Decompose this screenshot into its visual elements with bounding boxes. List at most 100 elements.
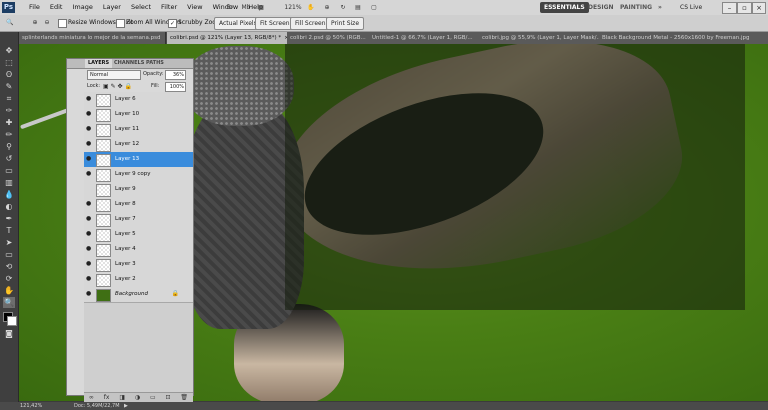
zoom-out-icon[interactable]: ⊖ bbox=[42, 17, 52, 28]
tab-paths[interactable]: PATHS bbox=[143, 59, 167, 68]
print-size-button[interactable]: Print Size bbox=[326, 17, 365, 30]
history-brush-tool-icon[interactable]: ↺ bbox=[3, 153, 15, 164]
tab-splinterlands[interactable]: splinterlands miniatura lo mejor de la s… bbox=[19, 32, 166, 44]
menu-select[interactable]: Select bbox=[126, 0, 156, 15]
layer-row-background[interactable]: ● Background 🔒 bbox=[84, 287, 193, 303]
layer-row[interactable]: ● Layer 10 bbox=[84, 107, 193, 123]
eraser-tool-icon[interactable]: ▭ bbox=[3, 165, 15, 176]
move-tool-icon[interactable]: ✥ bbox=[3, 45, 15, 56]
zoom-all-checkbox[interactable] bbox=[116, 19, 125, 28]
gradient-tool-icon[interactable]: ▥ bbox=[3, 177, 15, 188]
eye-icon[interactable]: ● bbox=[86, 276, 93, 282]
layer-row[interactable]: ● Layer 11 bbox=[84, 122, 193, 138]
menu-file[interactable]: File bbox=[24, 0, 45, 15]
brush-tool-icon[interactable]: ✏ bbox=[3, 129, 15, 140]
layer-row[interactable]: ● Layer 4 bbox=[84, 242, 193, 258]
eye-hidden-icon[interactable]: ● bbox=[86, 186, 93, 192]
zoom-tool-icon[interactable]: 🔍 bbox=[3, 297, 15, 308]
minibridge-icon[interactable]: Mb bbox=[240, 2, 252, 13]
eye-icon[interactable]: ● bbox=[86, 261, 93, 267]
quick-mask-icon[interactable]: ◙ bbox=[3, 328, 15, 339]
eye-icon[interactable]: ● bbox=[86, 231, 93, 237]
rotate-view-icon[interactable]: ↻ bbox=[338, 2, 348, 13]
tab-black-background-metal[interactable]: Black Background Metal - 2560x1600 by Fr… bbox=[599, 32, 768, 44]
hand-tool-icon[interactable]: ✋ bbox=[3, 285, 15, 296]
arrange-documents-icon[interactable]: ▤ bbox=[352, 2, 364, 13]
opacity-input[interactable]: 36% bbox=[165, 70, 186, 80]
menu-filter[interactable]: Filter bbox=[156, 0, 182, 15]
zoom-level[interactable]: 121% bbox=[282, 2, 304, 13]
eye-icon[interactable]: ● bbox=[86, 246, 93, 252]
tab-channels[interactable]: CHANNELS bbox=[111, 59, 147, 68]
layer-row[interactable]: ● Layer 6 bbox=[84, 92, 193, 108]
fill-screen-button[interactable]: Fill Screen bbox=[290, 17, 331, 30]
menu-edit[interactable]: Edit bbox=[45, 0, 68, 15]
zoom-tool-icon[interactable]: ⊕ bbox=[322, 2, 332, 13]
eye-icon[interactable]: ● bbox=[86, 126, 93, 132]
tab-layers[interactable]: LAYERS bbox=[85, 59, 113, 68]
eye-icon[interactable]: ● bbox=[86, 201, 93, 207]
layer-row[interactable]: ● Layer 5 bbox=[84, 227, 193, 243]
minimize-icon[interactable]: – bbox=[722, 2, 737, 14]
tab-colibri2-psd[interactable]: colibri 2.psd @ 50% (RGB... bbox=[287, 32, 374, 44]
quick-select-tool-icon[interactable]: ✎ bbox=[3, 81, 15, 92]
lock-options-icon[interactable]: ▣ ✎ ✥ 🔒 bbox=[103, 82, 132, 91]
eyedropper-tool-icon[interactable]: ✑ bbox=[3, 105, 15, 116]
3d-rotate-tool-icon[interactable]: ⟲ bbox=[3, 261, 15, 272]
maximize-icon[interactable]: ▫ bbox=[737, 2, 752, 14]
3d-orbit-tool-icon[interactable]: ⟳ bbox=[3, 273, 15, 284]
guides-icon[interactable]: ▦ bbox=[256, 2, 266, 13]
layer-row[interactable]: ● Layer 7 bbox=[84, 212, 193, 228]
workspace-design[interactable]: DESIGN bbox=[584, 2, 618, 13]
eye-icon[interactable]: ● bbox=[86, 156, 93, 162]
eye-icon[interactable]: ● bbox=[86, 171, 93, 177]
eye-icon[interactable]: ● bbox=[86, 216, 93, 222]
eye-icon[interactable]: ● bbox=[86, 141, 93, 147]
workspace-painting[interactable]: PAINTING bbox=[616, 2, 656, 13]
blend-mode-select[interactable]: Normal bbox=[87, 70, 141, 80]
type-tool-icon[interactable]: T bbox=[3, 225, 15, 236]
resize-windows-checkbox[interactable] bbox=[58, 19, 67, 28]
workspace-essentials[interactable]: ESSENTIALS bbox=[540, 2, 589, 13]
close-icon[interactable]: × bbox=[752, 2, 766, 14]
status-menu-icon[interactable]: ▶ bbox=[124, 402, 128, 410]
more-workspaces-icon[interactable]: » bbox=[654, 2, 666, 13]
bridge-icon[interactable]: Br bbox=[224, 2, 236, 13]
layer-row[interactable]: ● Layer 12 bbox=[84, 137, 193, 153]
shape-tool-icon[interactable]: ▭ bbox=[3, 249, 15, 260]
zoom-in-icon[interactable]: ⊕ bbox=[30, 17, 40, 28]
tab-colibri-psd[interactable]: colibri.psd @ 121% (Layer 13, RGB/8*) *× bbox=[167, 32, 292, 44]
clone-stamp-tool-icon[interactable]: ⚲ bbox=[3, 141, 15, 152]
fit-screen-button[interactable]: Fit Screen bbox=[255, 17, 295, 30]
eye-icon[interactable]: ● bbox=[86, 96, 93, 102]
layer-row[interactable]: ● Layer 8 bbox=[84, 197, 193, 213]
tab-colibri-jpg[interactable]: colibri.jpg @ 55,9% (Layer 1, Layer Mask… bbox=[479, 32, 604, 44]
lasso-tool-icon[interactable]: ʘ bbox=[3, 69, 15, 80]
eye-icon[interactable]: ● bbox=[86, 111, 93, 117]
fill-input[interactable]: 100% bbox=[165, 82, 186, 92]
eye-icon[interactable]: ● bbox=[86, 291, 93, 297]
layer-row[interactable]: ● Layer 9 copy bbox=[84, 167, 193, 183]
path-selection-tool-icon[interactable]: ➤ bbox=[3, 237, 15, 248]
dodge-tool-icon[interactable]: ◐ bbox=[3, 201, 15, 212]
pen-tool-icon[interactable]: ✒ bbox=[3, 213, 15, 224]
menu-image[interactable]: Image bbox=[67, 0, 97, 15]
hand-tool-icon[interactable]: ✋ bbox=[306, 2, 316, 13]
marquee-tool-icon[interactable]: ⬚ bbox=[3, 57, 15, 68]
menu-view[interactable]: View bbox=[182, 0, 207, 15]
layer-row[interactable]: ● Layer 2 bbox=[84, 272, 193, 288]
menu-layer[interactable]: Layer bbox=[98, 0, 126, 15]
layer-row[interactable]: ● Layer 3 bbox=[84, 257, 193, 273]
cs-live-button[interactable]: CS Live bbox=[676, 2, 706, 13]
zoom-status[interactable]: 121,42% bbox=[20, 402, 42, 410]
blur-tool-icon[interactable]: 💧 bbox=[3, 189, 15, 200]
layer-row[interactable]: ● Layer 9 bbox=[84, 182, 193, 198]
screen-mode-icon[interactable]: ▢ bbox=[368, 2, 380, 13]
tab-untitled-1[interactable]: Untitled-1 @ 66,7% (Layer 1, RGB/... bbox=[369, 32, 484, 44]
background-color-swatch[interactable] bbox=[7, 316, 17, 326]
zoom-tool-preset-icon[interactable]: 🔍 bbox=[4, 17, 16, 28]
crop-tool-icon[interactable]: ⌗ bbox=[3, 93, 15, 104]
layer-row-selected[interactable]: ● Layer 13 bbox=[84, 152, 193, 168]
scrubby-zoom-checkbox[interactable]: ✓ bbox=[168, 19, 177, 28]
healing-brush-tool-icon[interactable]: ✚ bbox=[3, 117, 15, 128]
